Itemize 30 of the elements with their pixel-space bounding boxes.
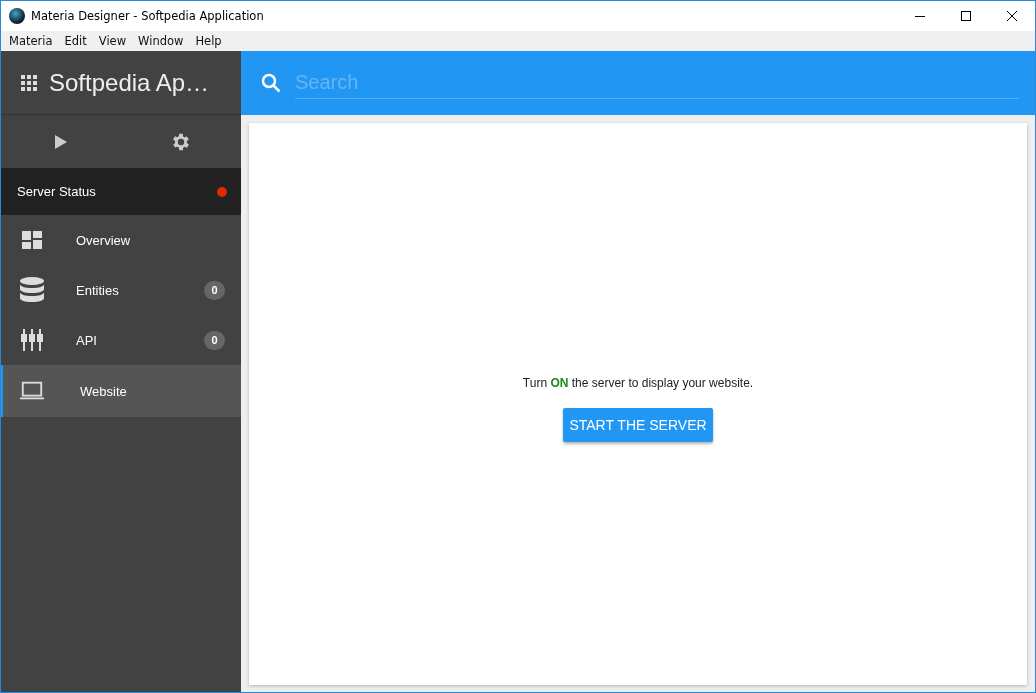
- count-badge: 0: [204, 280, 225, 300]
- menu-item[interactable]: Help: [189, 34, 228, 48]
- menu-item[interactable]: Window: [132, 34, 190, 48]
- play-icon: [55, 134, 67, 149]
- nav-item-label: API: [76, 332, 98, 348]
- nav-item-label: Overview: [76, 232, 132, 248]
- apps-grid-icon[interactable]: [21, 74, 37, 91]
- maximize-icon: [961, 11, 971, 21]
- sidebar-title: Softpedia Ap…: [49, 68, 210, 97]
- nav-item[interactable]: Entities 0: [1, 265, 241, 315]
- dashboard-icon: [22, 231, 42, 249]
- search-bar[interactable]: Search: [241, 51, 1035, 115]
- search-field[interactable]: Search: [295, 67, 1019, 99]
- search-icon: [261, 73, 281, 93]
- nav-item-label: Entities: [76, 282, 120, 298]
- nav-item[interactable]: Overview: [1, 215, 241, 265]
- nav-item-label: Website: [80, 383, 128, 399]
- window-title: Materia Designer - Softpedia Application: [31, 9, 264, 23]
- nav-item[interactable]: API 0: [1, 315, 241, 365]
- server-message: Turn ON the server to display your website.: [522, 376, 754, 390]
- menu-item[interactable]: View: [92, 34, 133, 48]
- menu-item[interactable]: Edit: [58, 34, 93, 48]
- count-badge: 0: [204, 330, 225, 350]
- laptop-icon: [20, 381, 44, 401]
- server-status-label: Server Status: [17, 184, 97, 199]
- close-icon: [1007, 11, 1017, 21]
- database-icon: [20, 277, 44, 303]
- nav-item[interactable]: Website: [1, 365, 241, 417]
- app-logo-icon: [9, 8, 25, 24]
- menu-item[interactable]: Materia: [3, 34, 59, 48]
